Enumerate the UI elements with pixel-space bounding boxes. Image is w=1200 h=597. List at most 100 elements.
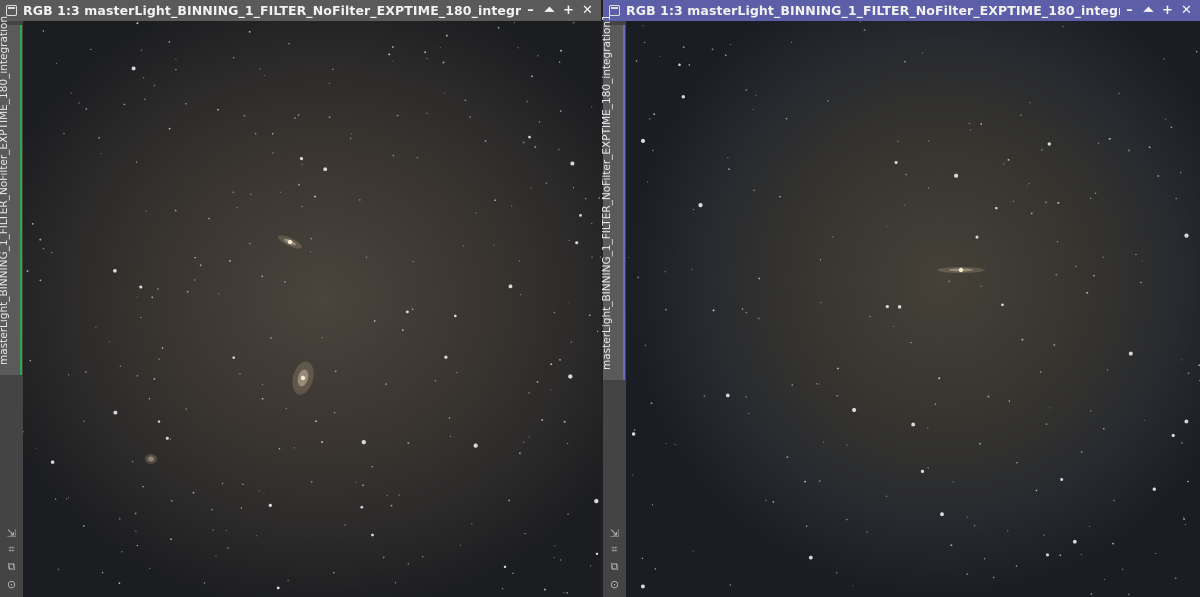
star [692, 550, 694, 552]
minimize-button[interactable]: – [1120, 1, 1139, 20]
shade-button[interactable]: ⏶ [540, 1, 559, 20]
resize-arrow-icon[interactable]: ⇲ [5, 526, 19, 540]
star [897, 305, 902, 309]
star [168, 127, 171, 130]
star [248, 30, 251, 33]
star [815, 383, 817, 385]
view-tab[interactable]: masterLight_BINNING_1_FILTER_NoFilter_EX… [601, 14, 625, 380]
star [407, 442, 410, 444]
image-canvas[interactable] [23, 21, 601, 597]
view-tab[interactable]: masterLight_BINNING_1_FILTER_NoFilter_EX… [0, 16, 22, 375]
star [459, 544, 461, 546]
view-sidebar: masterLight_BINNING_1_FILTER_NoFilter_EX… [0, 16, 23, 597]
star [729, 584, 731, 586]
star [1090, 593, 1093, 595]
fit-view-icon[interactable]: ⌗ [5, 543, 19, 557]
star [1057, 201, 1060, 204]
star [1113, 499, 1115, 502]
close-button[interactable]: ✕ [1177, 1, 1196, 20]
star [835, 571, 838, 574]
image-window-right[interactable]: RGB 1:3 masterLight_BINNING_1_FILTER_NoF… [601, 0, 1200, 597]
star [475, 212, 477, 214]
star [827, 100, 829, 102]
title-bar[interactable]: RGB 1:3 masterLight_BINNING_1_FILTER_NoF… [603, 0, 1200, 21]
maximize-button[interactable]: + [1158, 1, 1177, 20]
star [859, 21, 861, 23]
resize-arrow-icon[interactable]: ⇲ [608, 526, 622, 540]
star [232, 356, 235, 359]
star [664, 308, 667, 311]
star [852, 585, 854, 587]
star [285, 408, 287, 410]
star [258, 490, 260, 492]
star [818, 383, 820, 385]
star [980, 122, 983, 125]
star [537, 55, 539, 57]
close-button[interactable]: ✕ [578, 1, 597, 20]
star [272, 152, 274, 154]
star [301, 205, 304, 208]
star [407, 563, 409, 565]
star [852, 407, 857, 413]
star [26, 270, 29, 273]
star [456, 371, 458, 374]
star [980, 285, 982, 287]
star [728, 168, 730, 170]
title-bar[interactable]: RGB 1:3 masterLight_BINNING_1_FILTER_NoF… [0, 0, 601, 21]
star [333, 411, 336, 414]
star [192, 491, 195, 494]
star [1045, 423, 1048, 425]
star [1003, 163, 1005, 165]
star [186, 290, 189, 293]
star [1062, 25, 1064, 28]
star [1152, 487, 1156, 491]
star [242, 483, 244, 486]
star [1007, 530, 1009, 532]
pin-icon[interactable]: ⊙ [608, 577, 622, 591]
clone-icon[interactable]: ⧉ [608, 560, 622, 574]
image-window-left[interactable]: RGB 1:3 masterLight_BINNING_1_FILTER_NoF… [0, 0, 601, 597]
star [212, 529, 214, 531]
star [1059, 554, 1062, 556]
star [299, 157, 304, 161]
star [753, 189, 755, 191]
star [566, 442, 569, 445]
star [298, 183, 300, 186]
star [332, 68, 334, 71]
star [170, 499, 173, 502]
star [259, 68, 262, 70]
clone-icon[interactable]: ⧉ [5, 560, 19, 574]
star [287, 579, 289, 582]
star [333, 572, 335, 574]
star [563, 420, 566, 423]
star [1122, 568, 1124, 571]
star [70, 92, 72, 94]
star [805, 525, 808, 527]
fit-view-icon[interactable]: ⌗ [608, 543, 622, 557]
star [966, 516, 968, 518]
star [779, 195, 781, 198]
star [473, 443, 478, 448]
star [98, 136, 101, 139]
pin-icon[interactable]: ⊙ [5, 577, 19, 591]
star [421, 555, 424, 558]
star [846, 518, 848, 521]
star [323, 167, 328, 172]
star [83, 420, 85, 423]
star [952, 481, 954, 483]
window-title: RGB 1:3 masterLight_BINNING_1_FILTER_NoF… [626, 3, 1120, 18]
image-canvas[interactable] [626, 21, 1200, 597]
minimize-button[interactable]: – [521, 1, 540, 20]
star [748, 412, 750, 415]
maximize-button[interactable]: + [559, 1, 578, 20]
star [84, 371, 87, 373]
shade-button[interactable]: ⏶ [1139, 1, 1158, 20]
star [1012, 200, 1015, 203]
star [494, 199, 497, 202]
star [170, 538, 173, 541]
star [232, 57, 235, 59]
star [240, 507, 242, 509]
star [1026, 185, 1028, 187]
star [1102, 256, 1104, 258]
star [143, 77, 145, 79]
